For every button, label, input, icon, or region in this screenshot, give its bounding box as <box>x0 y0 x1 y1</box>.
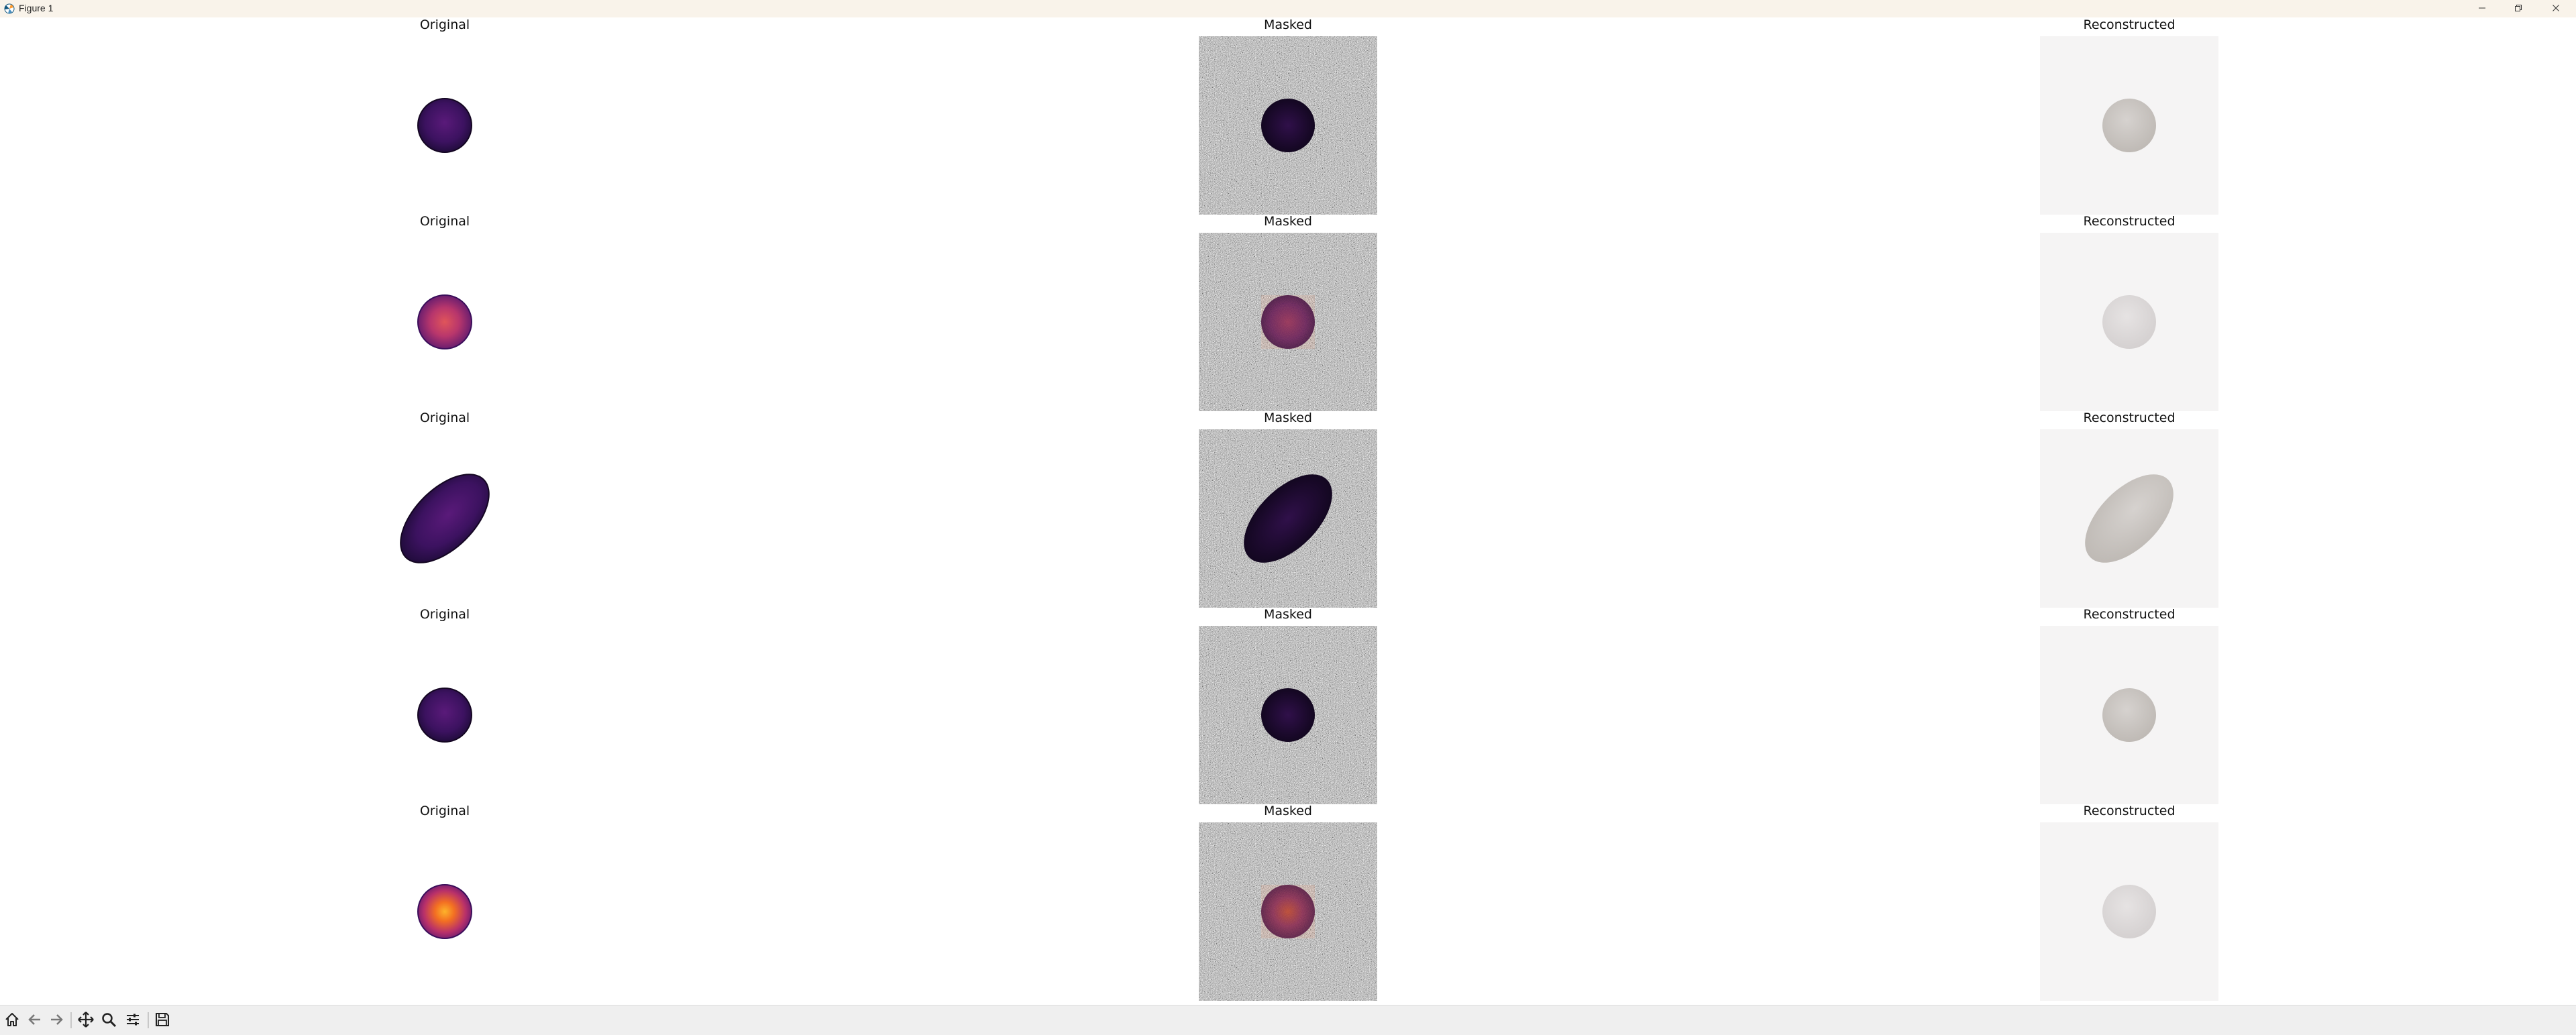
home-button[interactable] <box>3 1012 21 1030</box>
reconstructed-image <box>2040 429 2218 608</box>
original-image <box>356 822 534 1001</box>
reconstructed-title: Reconstructed <box>2083 804 2176 818</box>
masked-title: Masked <box>1263 214 1312 229</box>
zoom-icon <box>101 1012 117 1030</box>
masked-title: Masked <box>1263 607 1312 622</box>
reconstructed-image <box>2040 233 2218 411</box>
figure-canvas[interactable]: Original Masked Reconstructed Original M… <box>0 17 2576 1005</box>
original-image <box>356 233 534 411</box>
masked-title: Masked <box>1263 804 1312 818</box>
configure-subplots-icon <box>125 1012 141 1030</box>
original-image <box>356 36 534 215</box>
masked-title: Masked <box>1263 17 1312 32</box>
reconstructed-title: Reconstructed <box>2083 411 2176 425</box>
pan-button[interactable] <box>76 1012 95 1030</box>
close-button[interactable] <box>2538 0 2574 17</box>
reconstructed-image <box>2040 822 2218 1001</box>
original-title: Original <box>419 214 470 229</box>
original-image <box>356 429 534 608</box>
toolbar-separator <box>70 1012 72 1028</box>
matplotlib-logo-icon <box>4 3 15 14</box>
original-title: Original <box>419 607 470 622</box>
reconstructed-image <box>2040 626 2218 804</box>
restore-icon <box>2514 3 2522 15</box>
minimize-icon <box>2478 3 2486 15</box>
pan-icon <box>77 1011 95 1031</box>
home-icon <box>4 1012 20 1030</box>
back-icon <box>27 1012 43 1030</box>
masked-image <box>1199 429 1377 608</box>
reconstructed-title: Reconstructed <box>2083 607 2176 622</box>
save-icon <box>154 1012 170 1030</box>
masked-title: Masked <box>1263 411 1312 425</box>
masked-image <box>1199 822 1377 1001</box>
masked-image <box>1199 233 1377 411</box>
original-image <box>356 626 534 804</box>
masked-image <box>1199 36 1377 215</box>
masked-image <box>1199 626 1377 804</box>
window-title: Figure 1 <box>19 3 54 13</box>
restore-button[interactable] <box>2500 0 2536 17</box>
back-button[interactable] <box>25 1012 44 1030</box>
toolbar-separator <box>148 1012 149 1028</box>
forward-button[interactable] <box>47 1012 66 1030</box>
original-title: Original <box>419 17 470 32</box>
forward-icon <box>48 1012 64 1030</box>
reconstructed-title: Reconstructed <box>2083 214 2176 229</box>
close-icon <box>2552 3 2560 15</box>
reconstructed-title: Reconstructed <box>2083 17 2176 32</box>
navigation-toolbar <box>0 1005 2576 1035</box>
original-title: Original <box>419 411 470 425</box>
configure-subplots-button[interactable] <box>123 1012 142 1030</box>
save-button[interactable] <box>153 1012 172 1030</box>
minimize-button[interactable] <box>2464 0 2500 17</box>
reconstructed-image <box>2040 36 2218 215</box>
zoom-button[interactable] <box>99 1012 118 1030</box>
window-titlebar: Figure 1 <box>0 0 2576 18</box>
original-title: Original <box>419 804 470 818</box>
